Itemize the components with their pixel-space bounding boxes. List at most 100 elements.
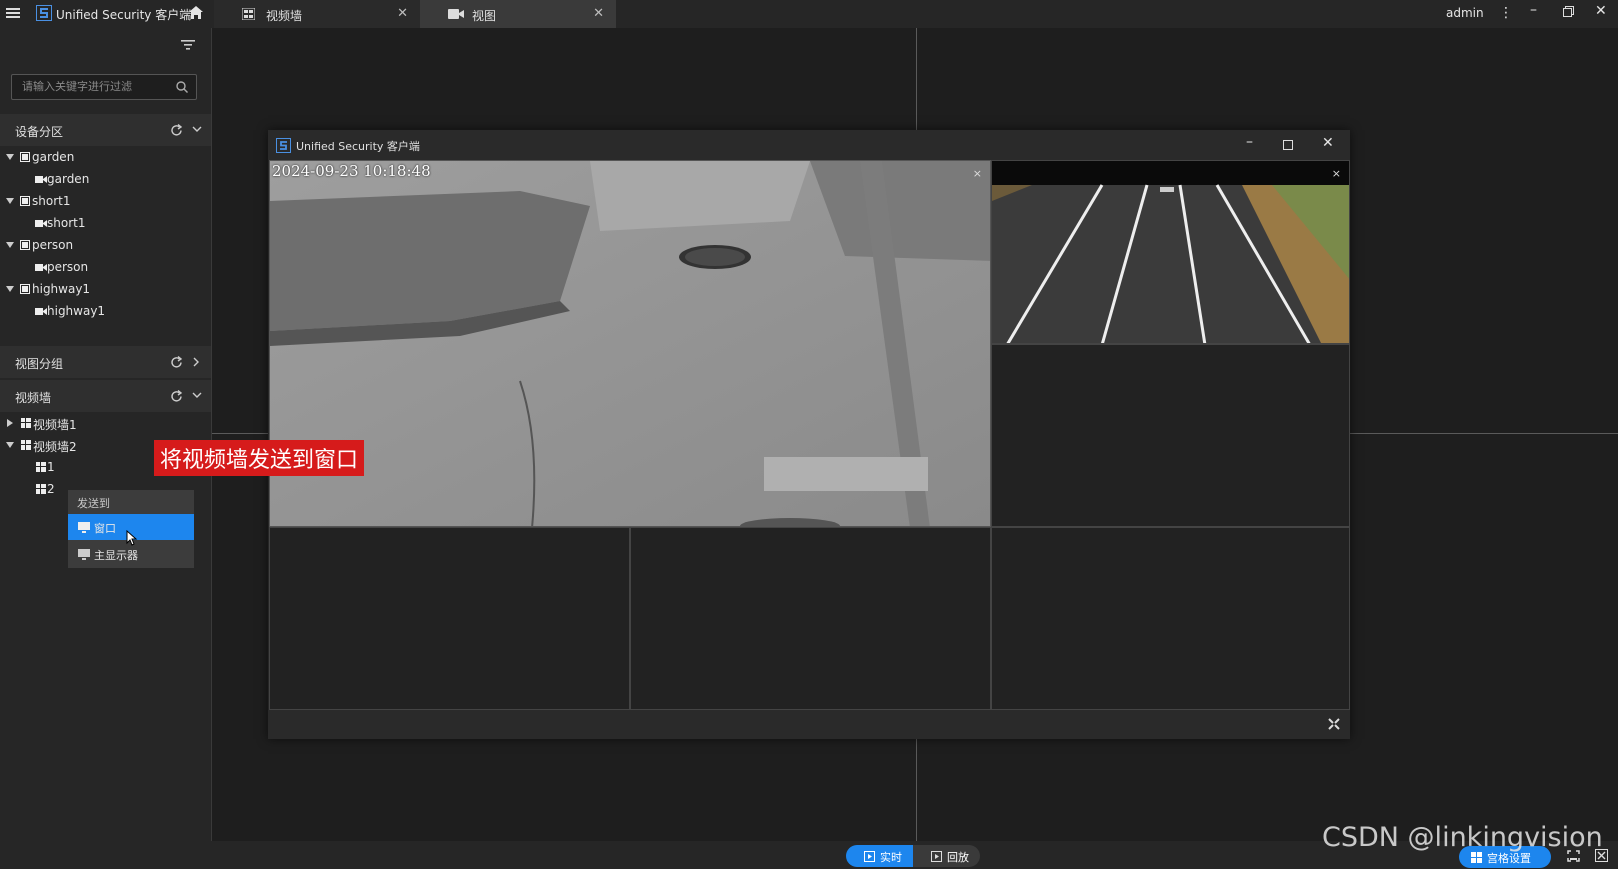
live-button[interactable]: 实时 [846,845,913,867]
minimize-icon[interactable]: – [1530,2,1537,18]
tree-group[interactable]: highway1 [0,280,211,300]
chevron-down-icon[interactable] [192,391,202,399]
close-icon[interactable]: ✕ [1595,3,1607,19]
playback-button[interactable]: 回放 [913,845,980,867]
caret-right-icon[interactable] [7,419,13,427]
tree-camera-label: person [47,260,89,274]
context-menu-header: 发送到 [77,497,110,510]
window-title: Unified Security 客户端 [296,140,420,153]
tab-label: 视频墙 [266,9,303,23]
tree-camera-label: garden [47,172,90,186]
tree-group-label: garden [32,150,75,164]
video-wall-window: Unified Security 客户端 – ✕ 2024-09-23 10:1… [268,130,1350,739]
maximize-icon[interactable] [1283,140,1293,150]
mouse-cursor-icon [126,530,138,546]
refresh-icon[interactable] [170,356,183,369]
restore-window-icon[interactable] [1563,6,1574,17]
tab-video-wall[interactable]: 视频墙 ✕ [214,0,420,28]
caret-down-icon[interactable] [6,198,14,204]
monitor-icon [78,549,90,560]
tree-group-label: highway1 [32,282,91,296]
camera-icon [35,175,47,184]
live-icon [864,851,875,862]
section-devices[interactable]: 设备分区 [0,114,211,146]
caret-down-icon[interactable] [6,286,14,292]
tree-group[interactable]: person [0,236,211,256]
tree-group-label: person [32,238,74,252]
more-options-icon[interactable]: ⋮ [1499,5,1513,21]
section-title: 视频墙 [15,391,52,405]
camera-icon [35,219,47,228]
refresh-icon[interactable] [170,124,183,137]
title-bar: Unified Security 客户端 视频墙 ✕ 视图 ✕ admin ⋮ … [0,0,1618,28]
live-label: 实时 [880,851,902,864]
sort-icon[interactable] [181,39,195,51]
cell-close-icon[interactable]: × [1332,167,1341,180]
video-camera-icon [448,8,464,20]
playback-label: 回放 [947,851,969,864]
exit-fullscreen-icon[interactable] [1328,718,1340,730]
section-title: 视图分组 [15,357,64,371]
filter-search-box[interactable] [11,74,197,100]
tree-camera[interactable]: short1 [0,214,211,234]
search-icon[interactable] [176,81,188,93]
window-title-bar[interactable]: Unified Security 客户端 – ✕ [268,130,1350,160]
video-cell-large[interactable]: 2024-09-23 10:18:48 × [269,160,991,527]
tree-wall[interactable]: 视频墙1 [0,414,211,434]
chevron-down-icon[interactable] [192,125,202,133]
video-cell-empty[interactable] [991,527,1350,710]
tab-label: 视图 [472,9,497,23]
tree-screen-label: 1 [47,460,55,474]
app-logo-icon [276,138,291,153]
username[interactable]: admin [1446,6,1484,20]
section-title: 设备分区 [15,125,64,139]
tab-close-icon[interactable]: ✕ [397,6,408,21]
video-wall-icon [21,440,31,450]
screen-icon [36,462,46,472]
section-view-groups[interactable]: 视图分组 [0,346,211,378]
watermark-text: CSDN @linkingvision [1322,822,1603,853]
camera-icon [35,263,47,272]
tree-group[interactable]: short1 [0,192,211,212]
camera-icon [35,307,47,316]
app-title: Unified Security 客户端 [56,8,192,22]
tab-view[interactable]: 视图 ✕ [420,0,616,28]
caret-down-icon[interactable] [6,242,14,248]
video-cell-empty[interactable] [269,527,630,710]
chevron-right-icon[interactable] [192,357,200,367]
monitor-icon [78,522,90,533]
device-group-icon [20,284,30,294]
cell-close-icon[interactable]: × [973,167,982,180]
section-video-walls[interactable]: 视频墙 [0,380,211,412]
tree-wall-label: 视频墙1 [33,418,77,432]
tree-camera-label: short1 [47,216,86,230]
tree-group[interactable]: garden [0,148,211,168]
video-cell-empty[interactable] [991,344,1350,527]
playback-icon [931,851,942,862]
annotation-label: 将视频墙发送到窗口 [154,440,365,476]
caret-down-icon[interactable] [6,442,14,448]
minimize-icon[interactable]: – [1246,134,1253,150]
hamburger-menu-icon[interactable] [6,6,20,20]
grid-icon [1471,852,1482,863]
device-group-icon [20,240,30,250]
camera-feed-highway [992,161,1349,343]
video-cell-highway[interactable]: × [991,160,1350,344]
tree-camera[interactable]: highway1 [0,302,211,322]
tree-wall-label: 视频墙2 [33,440,77,454]
video-wall-icon [21,418,31,428]
tree-camera[interactable]: person [0,258,211,278]
caret-down-icon[interactable] [6,154,14,160]
refresh-icon[interactable] [170,390,183,403]
close-icon[interactable]: ✕ [1322,135,1334,151]
video-cell-empty[interactable] [630,527,991,710]
device-group-icon [20,196,30,206]
device-tree: garden garden short1 short1 person perso… [0,148,211,348]
device-group-icon [20,152,30,162]
tree-group-label: short1 [32,194,71,208]
home-icon[interactable] [188,5,204,20]
tree-camera[interactable]: garden [0,170,211,190]
grid-icon [242,8,255,20]
filter-search-input[interactable] [20,79,174,94]
tab-close-icon[interactable]: ✕ [593,6,604,21]
